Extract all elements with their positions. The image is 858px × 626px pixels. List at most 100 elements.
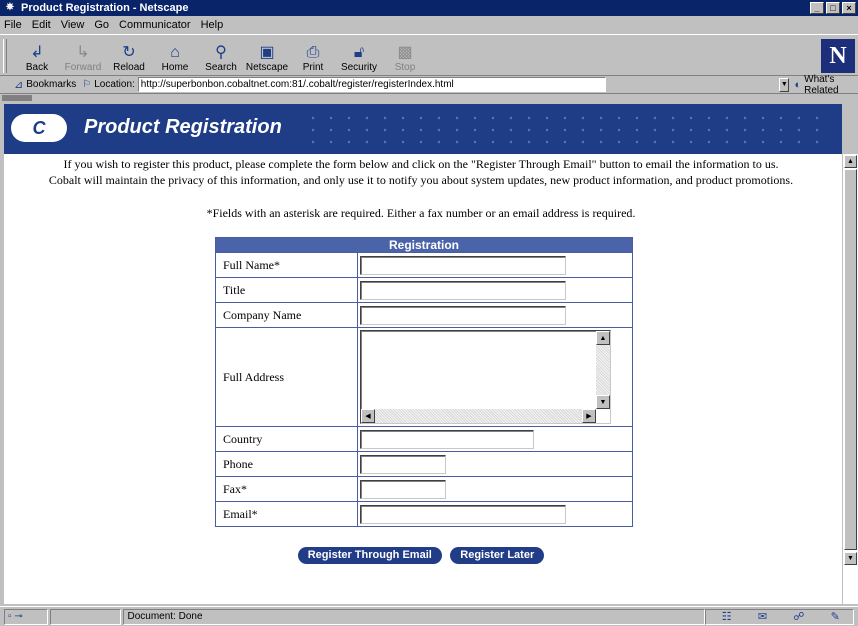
stop-label: Stop	[394, 62, 416, 73]
security-status-icon[interactable]: ▫ ⊸	[4, 608, 48, 625]
whats-related-icon: ◐	[794, 78, 802, 91]
full-address-label: Full Address	[215, 327, 358, 427]
home-label: Home	[161, 62, 189, 73]
full-address-textarea[interactable]: ▲ ▼ ◀ ▶	[360, 330, 611, 424]
form-row-company: Company Name	[215, 302, 633, 328]
netscape-logo[interactable]: N	[821, 39, 855, 73]
phone-input[interactable]	[360, 454, 446, 474]
title-bar: ✵ Product Registration - Netscape _ □ ×	[0, 0, 858, 16]
forward-label: Forward	[64, 62, 102, 73]
title-input[interactable]	[360, 280, 566, 300]
required-fields-note: *Fields with an asterisk are required. E…	[206, 206, 636, 220]
url-input[interactable]: http://superbonbon.cobaltnet.com:81/.cob…	[137, 77, 607, 92]
bookmarks-label: Bookmarks	[26, 79, 77, 90]
window-title: Product Registration - Netscape	[21, 2, 189, 14]
textarea-scroll-down-button[interactable]: ▼	[596, 395, 610, 409]
company-name-input[interactable]	[360, 305, 566, 325]
email-label: Email*	[215, 501, 358, 527]
minimize-button[interactable]: _	[810, 2, 824, 14]
bookmark-icon: ⊿	[14, 79, 24, 91]
page-scroll-thumb[interactable]	[844, 169, 857, 550]
forward-arrow-icon: ↳	[76, 44, 90, 61]
back-button[interactable]: ↲ Back	[14, 35, 60, 75]
url-dropdown-button[interactable]: ▼	[779, 77, 790, 92]
netscape-icon: ▣	[259, 44, 275, 61]
textarea-horizontal-scrollbar[interactable]	[361, 409, 596, 423]
company-name-label: Company Name	[215, 302, 358, 328]
form-header: Registration	[215, 237, 633, 253]
menu-view[interactable]: View	[61, 19, 85, 31]
intro-line-2: Cobalt will maintain the privacy of this…	[48, 173, 794, 187]
country-input[interactable]	[360, 429, 534, 449]
menu-bar: File Edit View Go Communicator Help	[0, 16, 858, 34]
menu-file[interactable]: File	[4, 19, 22, 31]
home-button[interactable]: ⌂ Home	[152, 35, 198, 75]
register-later-button[interactable]: Register Later	[450, 547, 545, 564]
back-label: Back	[25, 62, 49, 73]
form-row-fax: Fax*	[215, 476, 633, 502]
search-button[interactable]: ⚲ Search	[198, 35, 244, 75]
textarea-scroll-left-button[interactable]: ◀	[361, 409, 375, 423]
page-scroll-up-button[interactable]: ▲	[844, 155, 857, 168]
textarea-scroll-up-button[interactable]: ▲	[596, 331, 610, 345]
mail-icon[interactable]: ✉	[758, 610, 767, 623]
status-message: Document: Done	[123, 608, 705, 625]
maximize-button[interactable]: □	[826, 2, 840, 14]
page-scroll-down-button[interactable]: ▼	[844, 552, 857, 565]
location-label: Location:	[94, 79, 135, 90]
full-name-input[interactable]	[360, 255, 566, 275]
home-icon: ⌂	[170, 44, 180, 61]
location-pin-icon[interactable]: ⚐	[82, 79, 91, 90]
reload-button[interactable]: ↻ Reload	[106, 35, 152, 75]
email-input[interactable]	[360, 504, 566, 524]
bookmarks-button[interactable]: ⊿ Bookmarks	[14, 78, 76, 91]
menu-communicator[interactable]: Communicator	[119, 19, 191, 31]
menu-edit[interactable]: Edit	[32, 19, 51, 31]
intro-text: If you wish to register this product, pl…	[4, 156, 838, 188]
phone-label: Phone	[215, 451, 358, 477]
netscape-app-icon: ✵	[5, 2, 15, 13]
lock-icon: 🔓︎	[353, 44, 365, 61]
browser-window: ✵ Product Registration - Netscape _ □ × …	[0, 0, 858, 626]
form-row-phone: Phone	[215, 451, 633, 477]
title-label: Title	[215, 277, 358, 303]
cobalt-logo: C	[11, 114, 67, 142]
forward-button[interactable]: ↳ Forward	[60, 35, 106, 75]
progress-bar	[49, 608, 122, 625]
toolbar-grip[interactable]	[3, 39, 7, 73]
navigation-toolbar: ↲ Back ↳ Forward ↻ Reload ⌂ Home ⚲ Searc…	[0, 34, 858, 76]
form-row-title: Title	[215, 277, 633, 303]
page-vertical-scrollbar[interactable]: ▲ ▼	[842, 154, 858, 604]
discussion-icon[interactable]: ☍	[793, 610, 804, 623]
security-label: Security	[340, 62, 378, 73]
navigator-icon[interactable]: ☷	[722, 610, 732, 623]
register-through-email-button[interactable]: Register Through Email	[297, 547, 442, 564]
composer-icon[interactable]: ✎	[831, 610, 840, 623]
intro-line-1: If you wish to register this product, pl…	[63, 157, 779, 171]
stop-icon: ▩	[397, 44, 413, 61]
print-button[interactable]: ⎙ Print	[290, 35, 336, 75]
personal-toolbar-tab[interactable]	[0, 94, 40, 102]
form-row-full-name: Full Name*	[215, 252, 633, 278]
form-buttons: Register Through Email Register Later	[4, 545, 838, 564]
menu-help[interactable]: Help	[201, 19, 224, 31]
stop-button[interactable]: ▩ Stop	[382, 35, 428, 75]
security-button[interactable]: 🔓︎ Security	[336, 35, 382, 75]
page-title: Product Registration	[84, 116, 282, 138]
fax-label: Fax*	[215, 476, 358, 502]
back-arrow-icon: ↲	[30, 44, 44, 61]
whats-related-label: What's Related	[804, 73, 839, 96]
print-label: Print	[302, 62, 324, 73]
form-row-email: Email*	[215, 501, 633, 527]
netscape-button[interactable]: ▣ Netscape	[244, 35, 290, 75]
fax-input[interactable]	[360, 479, 446, 499]
component-bar: ☷ ✉ ☍ ✎	[704, 608, 854, 625]
registration-form: Registration Full Name* Title Company Na…	[215, 237, 633, 527]
whats-related-button[interactable]: ◐ What's Related	[794, 74, 858, 96]
print-icon: ⎙	[306, 44, 320, 61]
reload-icon: ↻	[122, 44, 136, 61]
menu-go[interactable]: Go	[94, 19, 109, 31]
textarea-scroll-right-button[interactable]: ▶	[582, 409, 596, 423]
reload-label: Reload	[113, 62, 145, 73]
close-button[interactable]: ×	[842, 2, 856, 14]
